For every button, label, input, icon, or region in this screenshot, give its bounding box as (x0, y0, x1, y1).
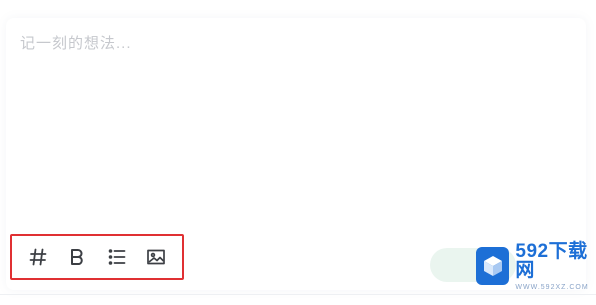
watermark: 592下载网 WWW.592XZ.COM (476, 242, 596, 291)
bold-icon (67, 247, 87, 267)
hash-icon (28, 247, 48, 267)
watermark-subtitle: WWW.592XZ.COM (515, 283, 589, 291)
watermark-title: 592下载网 (515, 240, 588, 281)
cube-logo-icon (476, 247, 510, 285)
watermark-text: 592下载网 WWW.592XZ.COM (515, 242, 596, 291)
note-input[interactable] (20, 32, 560, 222)
image-button[interactable] (141, 242, 171, 272)
format-toolbar (10, 234, 184, 280)
divider (0, 294, 596, 295)
bold-button[interactable] (62, 242, 92, 272)
list-icon (107, 247, 127, 267)
image-icon (146, 247, 166, 267)
list-button[interactable] (102, 242, 132, 272)
note-editor-page: 592下载网 WWW.592XZ.COM (0, 0, 596, 305)
tag-button[interactable] (23, 242, 53, 272)
